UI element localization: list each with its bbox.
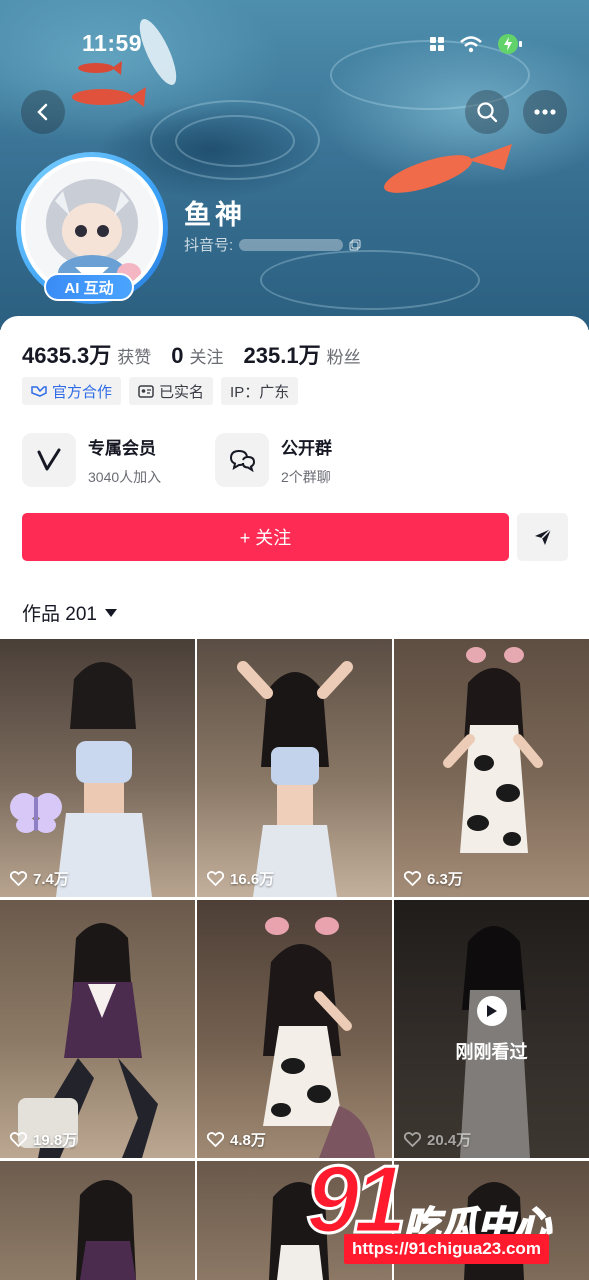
profile-name: 鱼神 <box>184 200 246 230</box>
video-tile-watched[interactable]: 刚刚看过 20.4万 <box>394 900 589 1158</box>
like-count: 16.6万 <box>207 868 274 889</box>
heart-icon <box>207 1132 224 1147</box>
heart-icon <box>10 871 27 886</box>
battery-charging-icon <box>498 34 522 54</box>
send-icon <box>534 528 552 545</box>
video-thumbnail-figure <box>237 661 353 897</box>
followers-count[interactable]: 235.1万 <box>244 338 321 370</box>
video-thumbnail-figure <box>56 662 152 897</box>
more-dots-icon <box>534 109 556 115</box>
stats-row: 4635.3万 获赞 0 关注 235.1万 粉丝 <box>22 338 381 370</box>
public-group[interactable]: 公开群 2个群聊 <box>215 433 332 487</box>
status-icons <box>429 33 523 55</box>
back-button[interactable] <box>21 90 65 134</box>
search-icon <box>477 102 498 123</box>
tag-official-cooperation[interactable]: 官方合作 <box>22 377 122 405</box>
like-count: 20.4万 <box>404 1129 471 1150</box>
handshake-icon <box>31 386 47 397</box>
caret-down-icon <box>104 608 117 617</box>
water-ripple <box>175 115 295 167</box>
more-button[interactable] <box>523 90 567 134</box>
v-membership-icon <box>37 448 61 471</box>
tag-label: 已实名 <box>159 383 205 401</box>
profile-tags: 官方合作 已实名 IP：广东 <box>22 377 299 405</box>
feature-subtitle: 2个群聊 <box>281 468 331 485</box>
feature-title: 公开群 <box>281 438 332 458</box>
tag-verified[interactable]: 已实名 <box>129 377 214 405</box>
like-count: 6.3万 <box>404 868 463 889</box>
search-button[interactable] <box>465 90 509 134</box>
video-thumbnail-figure <box>443 647 543 853</box>
video-tile[interactable]: 19.8万 <box>0 900 195 1158</box>
video-tile[interactable] <box>0 1161 195 1280</box>
exclusive-membership[interactable]: 专属会员 3040人加入 <box>22 433 161 487</box>
video-thumbnail-figure <box>76 1180 136 1280</box>
heart-icon <box>207 871 224 886</box>
water-ripple <box>260 250 480 310</box>
recently-watched: 刚刚看过 <box>394 996 589 1064</box>
douyin-id[interactable]: 抖音号: <box>184 234 361 255</box>
koi-fish <box>384 144 512 193</box>
video-tile[interactable]: 6.3万 <box>394 639 589 897</box>
following-count[interactable]: 0 <box>171 343 183 369</box>
heart-icon <box>404 871 421 886</box>
chevron-left-icon <box>37 103 48 121</box>
share-button[interactable] <box>517 513 568 561</box>
watermark-url: https://91chigua23.com <box>344 1234 549 1264</box>
like-count-text: 20.4万 <box>427 1132 472 1149</box>
follow-button[interactable]: + 关注 <box>22 513 509 561</box>
id-card-icon <box>138 384 154 398</box>
butterfly-sticker <box>10 793 62 833</box>
tag-label: IP：广东 <box>230 383 290 401</box>
video-tile[interactable]: 7.4万 <box>0 639 195 897</box>
like-count: 19.8万 <box>10 1129 77 1150</box>
status-time: 11:59 <box>82 30 143 56</box>
like-count-text: 19.8万 <box>33 1132 78 1149</box>
copy-icon[interactable] <box>349 239 361 251</box>
site-watermark: 91 吃瓜中心 https://91chigua23.com <box>296 1150 586 1280</box>
like-count-text: 6.3万 <box>427 871 463 888</box>
wifi-icon <box>460 36 482 53</box>
heart-icon <box>10 1132 27 1147</box>
like-count-text: 16.6万 <box>230 871 275 888</box>
video-tile[interactable]: 4.8万 <box>197 900 392 1158</box>
play-icon <box>486 1005 497 1017</box>
following-label: 关注 <box>189 348 224 367</box>
video-thumbnail-figure <box>263 917 375 1158</box>
works-label: 作品 201 <box>22 604 97 625</box>
followers-label: 粉丝 <box>326 348 361 367</box>
douyin-id-label: 抖音号: <box>184 237 234 254</box>
chat-bubbles-icon <box>229 449 256 472</box>
feature-subtitle: 3040人加入 <box>88 468 162 485</box>
tag-ip-location[interactable]: IP：广东 <box>221 377 299 405</box>
like-count-text: 4.8万 <box>230 1132 266 1149</box>
like-count: 7.4万 <box>10 868 69 889</box>
likes-count[interactable]: 4635.3万 <box>22 338 111 370</box>
ai-interaction-badge[interactable]: AI 互动 <box>44 273 134 301</box>
profile-banner: 11:59 AI 互动 鱼神 抖音号: <box>0 0 589 330</box>
play-button[interactable] <box>476 996 507 1026</box>
feature-icon-box <box>22 433 76 487</box>
likes-label: 获赞 <box>117 348 152 367</box>
douyin-id-redacted <box>239 238 344 251</box>
watched-label: 刚刚看过 <box>455 1042 528 1062</box>
heart-icon <box>404 1132 421 1147</box>
like-count: 4.8万 <box>207 1129 266 1150</box>
signal-icon <box>430 37 444 51</box>
feature-title: 专属会员 <box>88 438 156 458</box>
feature-icon-box <box>215 433 269 487</box>
video-thumbnail-figure <box>18 923 158 1158</box>
koi-fish <box>78 61 122 75</box>
tag-label: 官方合作 <box>52 383 113 401</box>
like-count-text: 7.4万 <box>33 871 69 888</box>
works-dropdown[interactable]: 作品 201 <box>22 599 117 626</box>
video-tile[interactable]: 16.6万 <box>197 639 392 897</box>
